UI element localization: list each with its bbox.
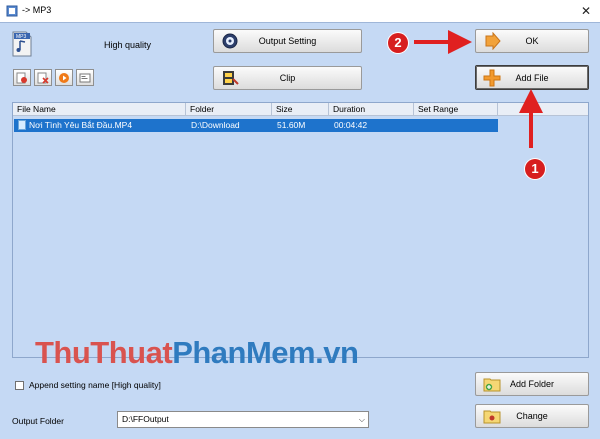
annotation-badge-1: 1: [525, 159, 545, 179]
close-button[interactable]: ✕: [578, 3, 594, 19]
app-icon: [6, 5, 18, 17]
title-bar: -> MP3 ✕: [0, 0, 600, 22]
window-title: -> MP3: [22, 5, 52, 15]
dialog-client-area: MP3 High quality Output Setting Clip OK: [0, 22, 600, 439]
annotation-badge-2: 2: [388, 33, 408, 53]
annotation-arrows: [414, 30, 543, 148]
